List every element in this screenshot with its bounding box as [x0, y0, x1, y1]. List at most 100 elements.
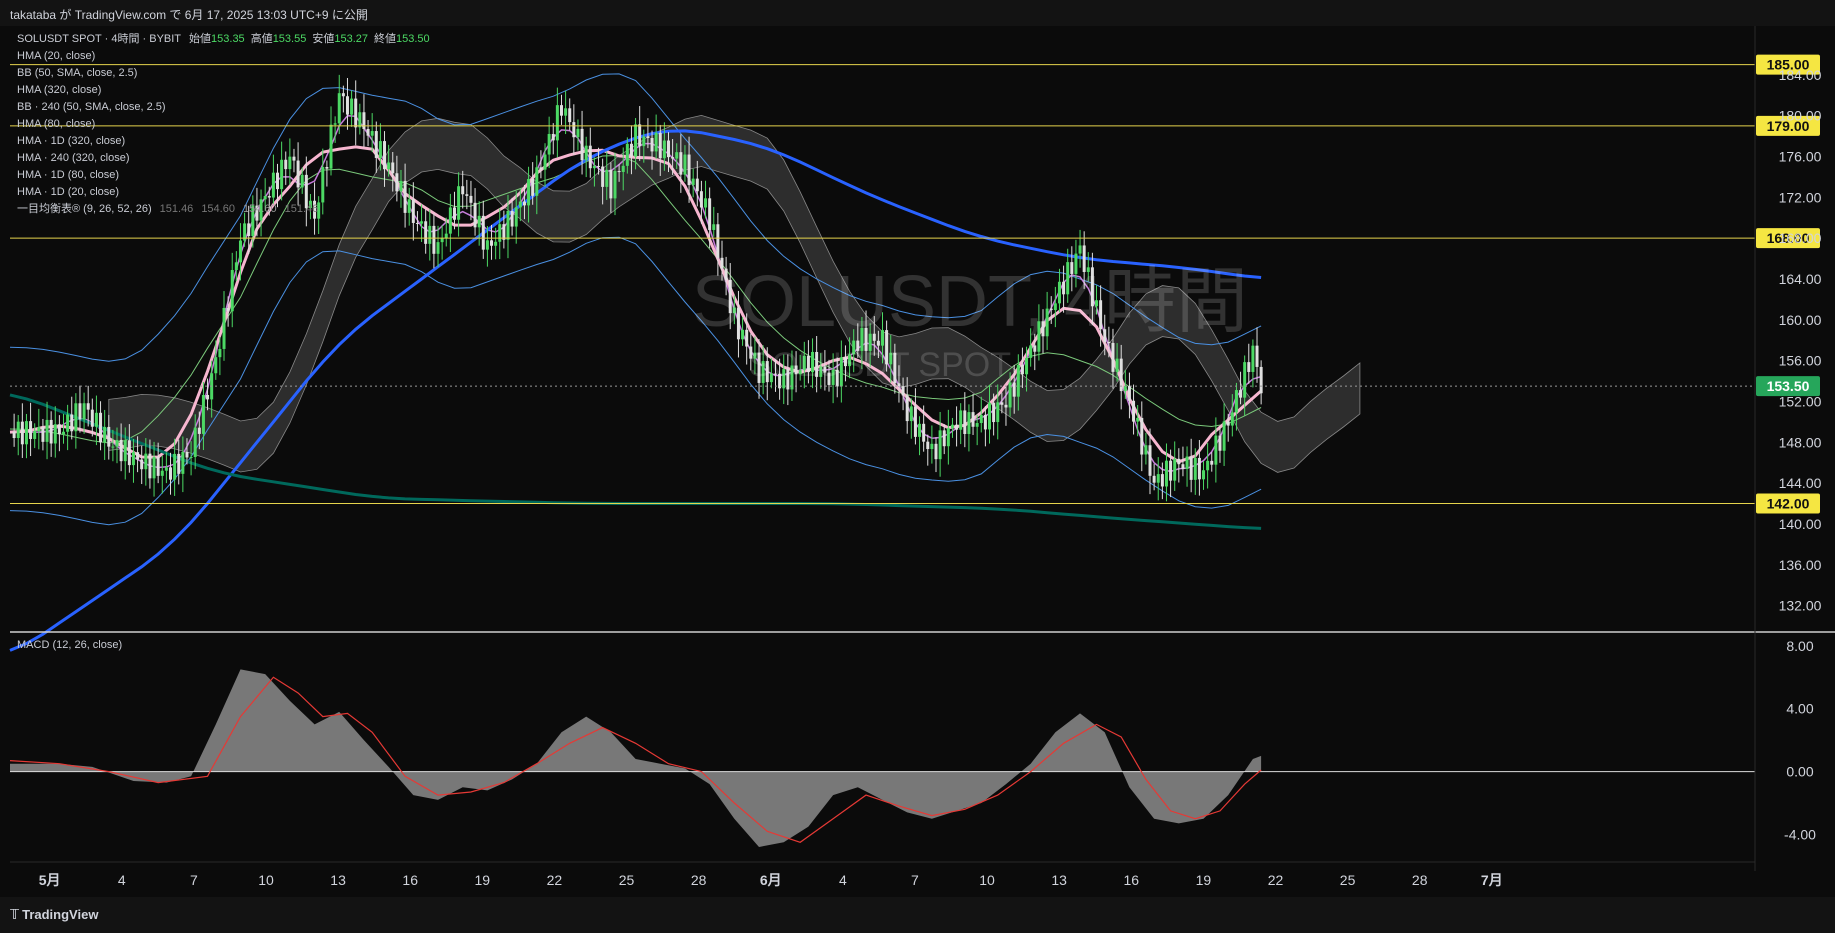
- candle-body: [411, 199, 415, 223]
- ohlc-open-label: 始値: [189, 31, 211, 45]
- time-tick-label: 16: [1123, 872, 1139, 888]
- candle-body: [531, 178, 535, 196]
- candle-body: [234, 262, 238, 271]
- candle-body: [1123, 385, 1127, 392]
- candle-body: [576, 128, 580, 138]
- tradingview-logo[interactable]: 𝕋 TradingView: [10, 907, 98, 923]
- candle-body: [66, 414, 70, 432]
- price-tick-label: 148.00: [1779, 434, 1822, 450]
- candle-body: [634, 124, 638, 157]
- candle-body: [597, 165, 601, 167]
- candle-body: [683, 154, 687, 175]
- candle-body: [494, 241, 498, 246]
- legend-hma-1d-320[interactable]: HMA · 1D (320, close): [17, 135, 125, 147]
- legend-hma-1d-80[interactable]: HMA · 1D (80, close): [17, 169, 119, 181]
- candle-body: [1000, 402, 1004, 405]
- time-tick-label: 28: [691, 872, 707, 888]
- candle-body: [111, 446, 115, 448]
- candle-body: [276, 172, 280, 190]
- candle-body: [415, 222, 419, 224]
- candle-body: [666, 140, 670, 158]
- price-axis[interactable]: 132.00 136.00 140.00 144.00 148.00 152.00 156.…: [1779, 67, 1822, 614]
- time-axis[interactable]: 5月 4 7 10 13 16 19 22 25 28 6月 4 7 10 13 16 19 22 25 28 7月: [39, 872, 1503, 888]
- candle-body: [477, 215, 481, 228]
- candle-body: [428, 225, 432, 244]
- candle-body: [1127, 385, 1131, 401]
- legend-hma-1d-20[interactable]: HMA · 1D (20, close): [17, 186, 119, 198]
- macd-axis[interactable]: 8.00 4.00 0.00 -4.00: [1784, 638, 1816, 843]
- candle-body: [909, 406, 913, 422]
- candle-body: [572, 122, 576, 138]
- candle-body: [391, 162, 395, 174]
- candle-body: [490, 240, 494, 246]
- price-tick-label: 144.00: [1779, 475, 1822, 491]
- macd-pane[interactable]: [9, 669, 1755, 847]
- candle-body: [350, 98, 354, 115]
- legend-ichimoku[interactable]: 一目均衡表® (9, 26, 52, 26) 151.46 154.60 154.60…: [17, 201, 318, 215]
- price-tick-label: 172.00: [1779, 189, 1822, 205]
- candle-body: [218, 348, 222, 358]
- legend-bb-240[interactable]: BB · 240 (50, SMA, close, 2.5): [17, 101, 166, 113]
- candle-body: [568, 108, 572, 123]
- candle-body: [148, 453, 152, 479]
- candle-body: [922, 423, 926, 442]
- candle-body: [62, 431, 66, 435]
- candle-body: [436, 242, 440, 254]
- candle-body: [399, 180, 403, 192]
- legend-bb50[interactable]: BB (50, SMA, close, 2.5): [17, 67, 137, 79]
- candle-body: [1115, 358, 1119, 372]
- candle-body: [156, 457, 160, 476]
- candle-body: [691, 178, 695, 186]
- candle-body: [671, 157, 675, 159]
- ichimoku-label: 一目均衡表® (9, 26, 52, 26): [17, 201, 152, 215]
- legend-hma320[interactable]: HMA (320, close): [17, 84, 101, 96]
- time-tick-label: 10: [979, 872, 995, 888]
- candle-body: [535, 167, 539, 196]
- candle-body: [1234, 390, 1238, 413]
- candle-body: [366, 129, 370, 136]
- candle-body: [650, 137, 654, 152]
- legend-hma-240-320[interactable]: HMA · 240 (320, close): [17, 152, 130, 164]
- candle-body: [934, 443, 938, 460]
- candle-body: [1189, 456, 1193, 480]
- candle-body: [185, 451, 189, 458]
- candle-body: [662, 140, 666, 159]
- level-price-label: 142.00: [1767, 496, 1810, 512]
- candle-body: [469, 195, 473, 203]
- price-tick-label: 140.00: [1779, 516, 1822, 532]
- candle-body: [127, 440, 131, 466]
- watermark-subtitle: SOLUSDT SPOT: [749, 346, 1011, 384]
- macd-tick-label: 4.00: [1786, 701, 1813, 717]
- candle-body: [70, 414, 74, 432]
- candle-body: [238, 240, 242, 263]
- candle-body: [699, 191, 703, 208]
- price-tick-label: 160.00: [1779, 312, 1822, 328]
- candle-body: [1148, 445, 1152, 476]
- candle-body: [938, 430, 942, 460]
- chart-canvas[interactable]: 185.00179.00168.00153.50142.00 SOLUSDT, …: [0, 26, 1835, 897]
- candle-body: [481, 215, 485, 250]
- publish-header-text: takataba が TradingView.com で 6月 17, 2025…: [10, 8, 368, 22]
- candle-body: [284, 159, 288, 170]
- candle-body: [930, 443, 934, 450]
- candle-body: [1226, 421, 1230, 426]
- symbol-title[interactable]: SOLUSDT SPOT · 4時間 · BYBIT 始値153.35 高値153.…: [17, 31, 430, 45]
- candle-body: [1222, 421, 1226, 451]
- candle-body: [387, 162, 391, 170]
- candle-body: [45, 419, 49, 442]
- candle-body: [193, 427, 197, 458]
- candle-body: [654, 132, 658, 152]
- candle-body: [642, 136, 646, 147]
- candle-body: [629, 143, 633, 157]
- candle-body: [522, 201, 526, 206]
- time-tick-label: 22: [547, 872, 563, 888]
- price-tick-label: 184.00: [1779, 67, 1822, 83]
- legend-hma80[interactable]: HMA (80, close): [17, 118, 95, 130]
- candle-body: [1164, 460, 1168, 487]
- candle-body: [1107, 342, 1111, 344]
- time-tick-label: 13: [1051, 872, 1067, 888]
- candle-body: [518, 201, 522, 208]
- legend-hma20[interactable]: HMA (20, close): [17, 50, 95, 62]
- candle-body: [1012, 382, 1016, 397]
- macd-label[interactable]: MACD (12, 26, close): [17, 639, 122, 651]
